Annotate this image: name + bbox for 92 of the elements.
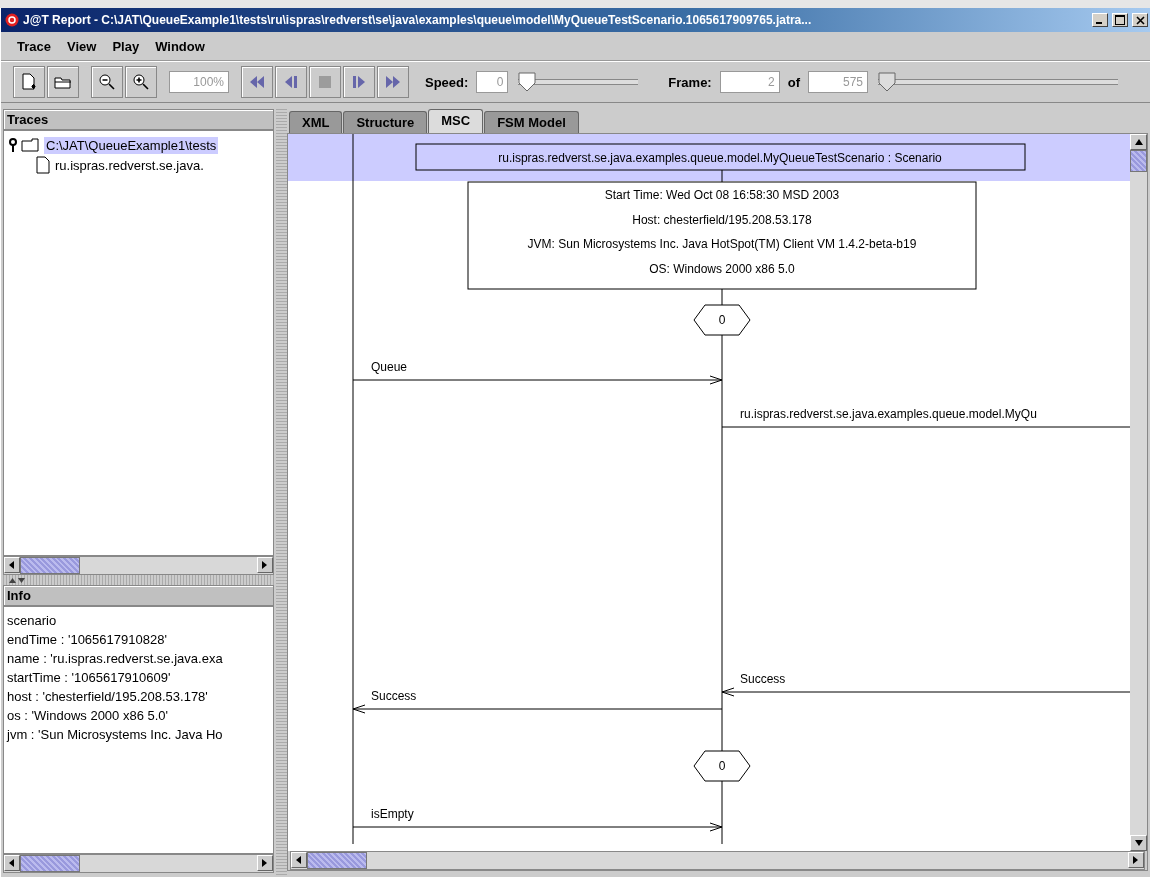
right-arrow-icon	[262, 859, 269, 867]
folder-icon	[54, 75, 72, 89]
info-line: endTime : '1065617910828'	[7, 631, 168, 649]
slider-thumb[interactable]	[518, 72, 537, 92]
scrollbar-thumb[interactable]	[20, 557, 80, 574]
scrollbar-thumb[interactable]	[1130, 150, 1147, 172]
fast-forward-button[interactable]	[377, 66, 409, 98]
scroll-down-button[interactable]	[1130, 835, 1147, 851]
maximize-icon	[1115, 15, 1125, 25]
info-line: host : 'chesterfield/195.208.53.178'	[7, 688, 209, 706]
minimize-button[interactable]	[1092, 13, 1108, 27]
step-back-button[interactable]	[275, 66, 307, 98]
message-label: isEmpty	[371, 807, 414, 821]
left-arrow-icon	[9, 859, 15, 867]
menu-item[interactable]: Window	[149, 36, 211, 56]
horizontal-scrollbar[interactable]	[3, 556, 275, 575]
message-label: Queue	[371, 360, 408, 374]
info-line: startTime : '1065617910609'	[7, 669, 172, 687]
scroll-right-button[interactable]	[257, 557, 274, 573]
of-label: of	[786, 74, 801, 90]
new-button[interactable]	[13, 66, 45, 98]
tree-item[interactable]: ru.ispras.redverst.se.java.	[53, 156, 206, 174]
info-line: scenario	[7, 612, 58, 630]
condition-label: 0	[718, 313, 726, 327]
right-arrow-icon	[262, 561, 269, 569]
detail-line: OS: Windows 2000 x86 5.0	[649, 261, 795, 276]
scrollbar-thumb[interactable]	[20, 855, 80, 872]
tab[interactable]: FSM Model	[484, 111, 579, 133]
zoom-in-icon	[132, 73, 150, 91]
speed-label: Speed:	[424, 74, 470, 90]
step-forward-button[interactable]	[343, 66, 375, 98]
zoom-out-button[interactable]	[91, 66, 123, 98]
zoom-out-icon	[98, 73, 116, 91]
scroll-left-button[interactable]	[291, 852, 307, 868]
left-arrow-icon	[9, 561, 15, 569]
condition-label: 0	[718, 759, 726, 773]
scenario-title: ru.ispras.redverst.se.java.examples.queue.model.MyQueueTestScenario : Scenario	[498, 151, 942, 165]
app-icon	[5, 13, 19, 27]
info-line: name : 'ru.ispras.redverst.se.java.exa	[7, 650, 224, 668]
detail-line: Start Time: Wed Oct 08 16:58:30 MSD 2003	[604, 188, 840, 202]
left-arrow-icon	[296, 856, 302, 864]
panel-header: Info	[3, 585, 275, 606]
horizontal-scrollbar[interactable]	[290, 851, 1145, 870]
window-title: J@T Report - C:\JAT\QueueExample1\tests\ru\ispras\redverst\se\java\examples\queue\model\MyQueueTestScenario.1065617909765.jatra...	[23, 13, 813, 27]
up-arrow-icon	[1134, 139, 1143, 145]
tree-item[interactable]: C:\JAT\QueueExample1\tests	[44, 136, 219, 154]
menu-item[interactable]: Play	[106, 36, 146, 56]
rewind-button[interactable]	[241, 66, 273, 98]
condition-hexagon	[693, 304, 751, 336]
close-icon	[1135, 15, 1145, 25]
maximize-button[interactable]	[1112, 13, 1128, 27]
down-arrow-icon	[1134, 840, 1143, 846]
tab[interactable]: XML	[289, 111, 343, 133]
step-back-icon	[284, 75, 298, 89]
connector-line	[721, 169, 723, 183]
scrollbar-thumb[interactable]	[307, 852, 367, 869]
scroll-left-button[interactable]	[4, 557, 20, 573]
document-icon	[36, 156, 50, 174]
info-line: jvm : 'Sun Microsystems Inc. Java Ho	[7, 726, 224, 744]
tab[interactable]: MSC	[428, 109, 484, 133]
fast-forward-icon	[385, 75, 401, 89]
scroll-up-button[interactable]	[1130, 134, 1147, 150]
rewind-icon	[249, 75, 265, 89]
panel-header: Traces	[3, 109, 275, 130]
message-label: Success	[371, 689, 417, 703]
condition-hexagon	[693, 750, 751, 782]
tab[interactable]: Structure	[343, 111, 428, 133]
step-forward-icon	[352, 75, 366, 89]
menu-item[interactable]: View	[61, 36, 103, 56]
menu-item[interactable]: Trace	[11, 36, 57, 56]
horizontal-scrollbar[interactable]	[3, 854, 275, 873]
scroll-right-button[interactable]	[1128, 852, 1144, 868]
right-arrow-icon	[1133, 856, 1139, 864]
scroll-left-button[interactable]	[4, 855, 20, 871]
info-line: os : 'Windows 2000 x86 5.0'	[7, 707, 170, 725]
collapse-up-icon[interactable]	[9, 577, 16, 583]
scroll-right-button[interactable]	[257, 855, 274, 871]
message-label: Success	[740, 672, 786, 686]
slider-thumb[interactable]	[878, 72, 896, 92]
detail-line: Host: chesterfield/195.208.53.178	[632, 212, 812, 227]
collapse-down-icon[interactable]	[18, 577, 25, 583]
stop-icon	[319, 76, 331, 88]
frame-label: Frame:	[667, 74, 713, 90]
detail-line: JVM: Sun Microsystems Inc. Java HotSpot(TM) Client VM 1.4.2-beta-b19	[527, 237, 917, 251]
folder-icon	[21, 138, 41, 152]
new-document-icon	[21, 73, 37, 91]
expanded-handle-icon[interactable]	[8, 138, 18, 152]
open-button[interactable]	[47, 66, 79, 98]
vertical-scrollbar[interactable]	[1130, 134, 1147, 851]
message-label: ru.ispras.redverst.se.java.examples.queue.model.MyQu	[740, 407, 1037, 421]
zoom-in-button[interactable]	[125, 66, 157, 98]
close-button[interactable]	[1132, 13, 1148, 27]
